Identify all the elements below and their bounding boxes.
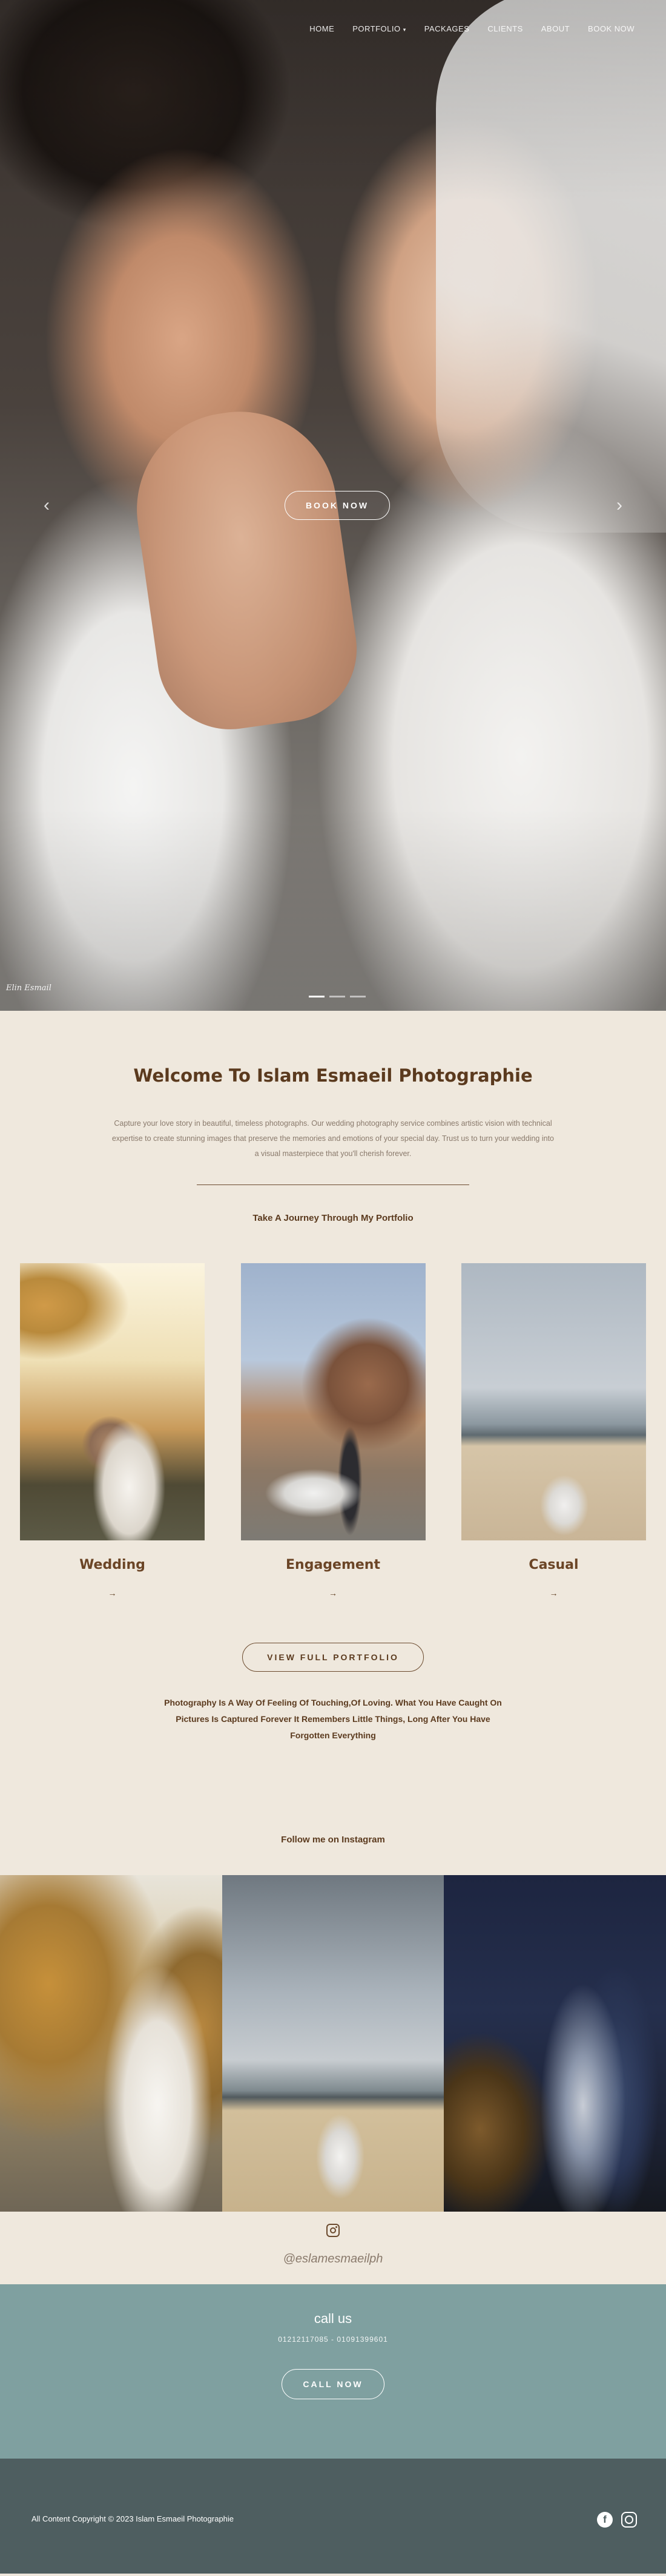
chevron-down-icon: ▾ <box>403 27 406 33</box>
arrow-right-icon[interactable]: → <box>241 1588 426 1598</box>
portfolio-card-engagement[interactable]: Engagement → <box>240 1263 426 1598</box>
instagram-heading: Follow me on Instagram <box>281 1835 385 1845</box>
casual-image[interactable] <box>461 1263 646 1540</box>
slider-prev-icon[interactable]: ‹ <box>44 495 50 516</box>
instagram-photo[interactable] <box>444 1875 666 2212</box>
portfolio-card-wedding[interactable]: Wedding → <box>20 1263 205 1598</box>
nav-about[interactable]: ABOUT <box>541 24 570 33</box>
nav-packages[interactable]: PACKAGES <box>424 24 470 33</box>
nav-book-now[interactable]: BOOK NOW <box>588 24 635 33</box>
instagram-icon[interactable] <box>326 2224 340 2237</box>
copyright-text: All Content Copyright © 2023 Islam Esmae… <box>31 2514 234 2523</box>
portfolio-heading: Take A Journey Through My Portfolio <box>252 1213 414 1223</box>
arrow-right-icon[interactable]: → <box>461 1588 646 1598</box>
slider-dots <box>309 996 366 997</box>
portfolio-card-casual[interactable]: Casual → <box>461 1263 646 1598</box>
wedding-image[interactable] <box>20 1263 205 1540</box>
engagement-image[interactable] <box>240 1263 426 1540</box>
card-title[interactable]: Engagement <box>241 1557 426 1572</box>
footer: All Content Copyright © 2023 Islam Esmae… <box>0 2459 666 2574</box>
photography-quote: Photography Is A Way Of Feeling Of Touch… <box>164 1698 502 1740</box>
slider-next-icon[interactable]: › <box>616 495 622 516</box>
arrow-right-icon[interactable]: → <box>20 1588 205 1598</box>
instagram-photo[interactable] <box>222 1875 444 2212</box>
divider <box>197 1184 469 1185</box>
welcome-description: Capture your love story in beautiful, ti… <box>111 1119 554 1158</box>
social-links: f <box>597 2512 637 2528</box>
nav-portfolio[interactable]: PORTFOLIO ▾ <box>352 24 406 33</box>
hero-slider: HOME PORTFOLIO ▾ PACKAGES CLIENTS ABOUT … <box>0 0 666 1011</box>
slider-dot[interactable] <box>350 996 366 997</box>
phone-numbers: 01212117085 - 01091399601 <box>278 2335 388 2344</box>
instagram-icon[interactable] <box>621 2512 637 2528</box>
facebook-icon[interactable]: f <box>597 2512 613 2528</box>
view-full-portfolio-button[interactable]: VIEW FULL PORTFOLIO <box>242 1643 424 1672</box>
nav-clients[interactable]: CLIENTS <box>487 24 523 33</box>
card-title[interactable]: Wedding <box>20 1557 205 1572</box>
welcome-title: Welcome To Islam Esmaeil Photographie <box>133 1065 533 1086</box>
slider-dot[interactable] <box>329 996 345 997</box>
portfolio-cards: Wedding → Engagement → Casual → <box>20 1263 646 1598</box>
call-title: call us <box>314 2311 352 2326</box>
instagram-photo[interactable] <box>0 1875 222 2212</box>
nav-home[interactable]: HOME <box>309 24 334 33</box>
call-now-button[interactable]: CALL NOW <box>282 2369 384 2399</box>
instagram-handle[interactable]: @eslamesmaeilph <box>0 2252 666 2266</box>
instagram-grid <box>0 1875 666 2212</box>
card-title[interactable]: Casual <box>461 1557 646 1572</box>
instagram-handle-block: @eslamesmaeilph <box>0 2212 666 2284</box>
main-nav: HOME PORTFOLIO ▾ PACKAGES CLIENTS ABOUT … <box>309 24 635 33</box>
slider-dot[interactable] <box>309 996 325 997</box>
welcome-section: Welcome To Islam Esmaeil Photographie Ca… <box>0 1011 666 1845</box>
photographer-signature-logo: Elin Esmail <box>6 984 51 993</box>
call-section: call us 01212117085 - 01091399601 CALL N… <box>0 2284 666 2459</box>
book-now-button[interactable]: BOOK NOW <box>285 491 390 520</box>
nav-portfolio-label: PORTFOLIO <box>352 24 401 33</box>
